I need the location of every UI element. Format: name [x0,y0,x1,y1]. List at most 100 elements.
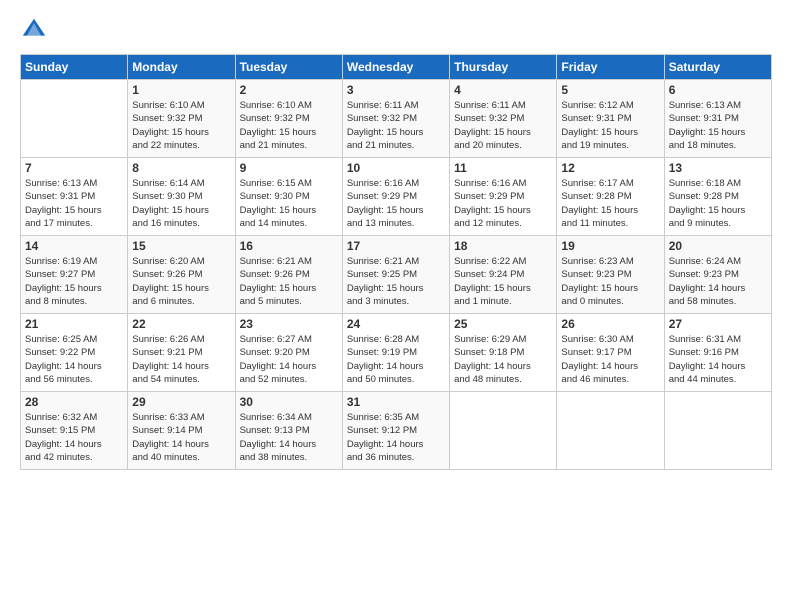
day-number: 20 [669,239,767,253]
header-row: SundayMondayTuesdayWednesdayThursdayFrid… [21,55,772,80]
calendar-cell [664,392,771,470]
calendar-cell: 31 Sunrise: 6:35 AM Sunset: 9:12 PM Dayli… [342,392,449,470]
day-info: Sunrise: 6:12 AM Sunset: 9:31 PM Dayligh… [561,99,659,152]
week-row-4: 28 Sunrise: 6:32 AM Sunset: 9:15 PM Dayli… [21,392,772,470]
week-row-0: 1 Sunrise: 6:10 AM Sunset: 9:32 PM Daylig… [21,80,772,158]
day-info: Sunrise: 6:23 AM Sunset: 9:23 PM Dayligh… [561,255,659,308]
day-info: Sunrise: 6:30 AM Sunset: 9:17 PM Dayligh… [561,333,659,386]
day-number: 25 [454,317,552,331]
day-number: 7 [25,161,123,175]
day-number: 11 [454,161,552,175]
day-number: 5 [561,83,659,97]
calendar-cell: 19Sunrise: 6:23 AM Sunset: 9:23 PM Dayli… [557,236,664,314]
day-info: Sunrise: 6:18 AM Sunset: 9:28 PM Dayligh… [669,177,767,230]
calendar-cell: 3Sunrise: 6:11 AM Sunset: 9:32 PM Daylig… [342,80,449,158]
day-number: 22 [132,317,230,331]
day-number: 16 [240,239,338,253]
day-info: Sunrise: 6:24 AM Sunset: 9:23 PM Dayligh… [669,255,767,308]
calendar-table: SundayMondayTuesdayWednesdayThursdayFrid… [20,54,772,470]
calendar-cell: 20 Sunrise: 6:24 AM Sunset: 9:23 PM Dayli… [664,236,771,314]
calendar-cell: 11 Sunrise: 6:16 AM Sunset: 9:29 PM Dayli… [450,158,557,236]
calendar-cell: 9Sunrise: 6:15 AM Sunset: 9:30 PM Daylig… [235,158,342,236]
header-friday: Friday [557,55,664,80]
header-tuesday: Tuesday [235,55,342,80]
day-info: Sunrise: 6:11 AM Sunset: 9:32 PM Dayligh… [454,99,552,152]
week-row-1: 7Sunrise: 6:13 AM Sunset: 9:31 PM Daylig… [21,158,772,236]
day-info: Sunrise: 6:22 AM Sunset: 9:24 PM Dayligh… [454,255,552,308]
calendar-cell: 27 Sunrise: 6:31 AM Sunset: 9:16 PM Dayli… [664,314,771,392]
calendar-cell: 17 Sunrise: 6:21 AM Sunset: 9:25 PM Dayli… [342,236,449,314]
calendar-cell [450,392,557,470]
day-number: 21 [25,317,123,331]
calendar-cell: 21 Sunrise: 6:25 AM Sunset: 9:22 PM Dayli… [21,314,128,392]
day-info: Sunrise: 6:33 AM Sunset: 9:14 PM Dayligh… [132,411,230,464]
calendar-cell: 10 Sunrise: 6:16 AM Sunset: 9:29 PM Dayli… [342,158,449,236]
day-info: Sunrise: 6:26 AM Sunset: 9:21 PM Dayligh… [132,333,230,386]
calendar-cell: 26 Sunrise: 6:30 AM Sunset: 9:17 PM Dayli… [557,314,664,392]
day-number: 24 [347,317,445,331]
header [20,16,772,44]
calendar-cell: 12 Sunrise: 6:17 AM Sunset: 9:28 PM Dayli… [557,158,664,236]
calendar-cell: 29 Sunrise: 6:33 AM Sunset: 9:14 PM Dayli… [128,392,235,470]
day-number: 30 [240,395,338,409]
calendar-cell: 1 Sunrise: 6:10 AM Sunset: 9:32 PM Daylig… [128,80,235,158]
header-sunday: Sunday [21,55,128,80]
day-info: Sunrise: 6:16 AM Sunset: 9:29 PM Dayligh… [454,177,552,230]
calendar-cell: 15 Sunrise: 6:20 AM Sunset: 9:26 PM Dayli… [128,236,235,314]
calendar-cell: 6Sunrise: 6:13 AM Sunset: 9:31 PM Daylig… [664,80,771,158]
day-info: Sunrise: 6:32 AM Sunset: 9:15 PM Dayligh… [25,411,123,464]
day-info: Sunrise: 6:27 AM Sunset: 9:20 PM Dayligh… [240,333,338,386]
calendar-cell: 23 Sunrise: 6:27 AM Sunset: 9:20 PM Dayli… [235,314,342,392]
day-number: 13 [669,161,767,175]
header-wednesday: Wednesday [342,55,449,80]
day-info: Sunrise: 6:13 AM Sunset: 9:31 PM Dayligh… [669,99,767,152]
calendar-cell: 2Sunrise: 6:10 AM Sunset: 9:32 PM Daylig… [235,80,342,158]
day-info: Sunrise: 6:25 AM Sunset: 9:22 PM Dayligh… [25,333,123,386]
day-info: Sunrise: 6:20 AM Sunset: 9:26 PM Dayligh… [132,255,230,308]
day-info: Sunrise: 6:14 AM Sunset: 9:30 PM Dayligh… [132,177,230,230]
day-info: Sunrise: 6:17 AM Sunset: 9:28 PM Dayligh… [561,177,659,230]
calendar-cell: 30 Sunrise: 6:34 AM Sunset: 9:13 PM Dayli… [235,392,342,470]
day-number: 17 [347,239,445,253]
day-number: 23 [240,317,338,331]
day-info: Sunrise: 6:21 AM Sunset: 9:25 PM Dayligh… [347,255,445,308]
day-number: 29 [132,395,230,409]
week-row-2: 14Sunrise: 6:19 AM Sunset: 9:27 PM Dayli… [21,236,772,314]
day-number: 1 [132,83,230,97]
day-info: Sunrise: 6:31 AM Sunset: 9:16 PM Dayligh… [669,333,767,386]
day-number: 4 [454,83,552,97]
day-info: Sunrise: 6:11 AM Sunset: 9:32 PM Dayligh… [347,99,445,152]
logo [20,16,52,44]
day-info: Sunrise: 6:16 AM Sunset: 9:29 PM Dayligh… [347,177,445,230]
day-number: 12 [561,161,659,175]
calendar-cell: 22 Sunrise: 6:26 AM Sunset: 9:21 PM Dayli… [128,314,235,392]
day-number: 31 [347,395,445,409]
calendar-cell: 25Sunrise: 6:29 AM Sunset: 9:18 PM Dayli… [450,314,557,392]
calendar-cell: 16Sunrise: 6:21 AM Sunset: 9:26 PM Dayli… [235,236,342,314]
calendar-cell: 8Sunrise: 6:14 AM Sunset: 9:30 PM Daylig… [128,158,235,236]
calendar-cell: 13 Sunrise: 6:18 AM Sunset: 9:28 PM Dayli… [664,158,771,236]
day-number: 28 [25,395,123,409]
calendar-cell: 4 Sunrise: 6:11 AM Sunset: 9:32 PM Daylig… [450,80,557,158]
header-thursday: Thursday [450,55,557,80]
calendar-cell: 5 Sunrise: 6:12 AM Sunset: 9:31 PM Daylig… [557,80,664,158]
calendar-cell: 28 Sunrise: 6:32 AM Sunset: 9:15 PM Dayli… [21,392,128,470]
day-number: 15 [132,239,230,253]
day-info: Sunrise: 6:34 AM Sunset: 9:13 PM Dayligh… [240,411,338,464]
header-monday: Monday [128,55,235,80]
day-info: Sunrise: 6:10 AM Sunset: 9:32 PM Dayligh… [240,99,338,152]
calendar-cell: 18 Sunrise: 6:22 AM Sunset: 9:24 PM Dayli… [450,236,557,314]
day-number: 27 [669,317,767,331]
day-info: Sunrise: 6:35 AM Sunset: 9:12 PM Dayligh… [347,411,445,464]
calendar-cell: 24 Sunrise: 6:28 AM Sunset: 9:19 PM Dayli… [342,314,449,392]
day-info: Sunrise: 6:10 AM Sunset: 9:32 PM Dayligh… [132,99,230,152]
calendar-cell: 14Sunrise: 6:19 AM Sunset: 9:27 PM Dayli… [21,236,128,314]
week-row-3: 21 Sunrise: 6:25 AM Sunset: 9:22 PM Dayli… [21,314,772,392]
day-number: 26 [561,317,659,331]
day-number: 18 [454,239,552,253]
calendar-cell: 7Sunrise: 6:13 AM Sunset: 9:31 PM Daylig… [21,158,128,236]
calendar-page: SundayMondayTuesdayWednesdayThursdayFrid… [0,0,792,612]
day-info: Sunrise: 6:28 AM Sunset: 9:19 PM Dayligh… [347,333,445,386]
day-number: 10 [347,161,445,175]
calendar-cell [21,80,128,158]
